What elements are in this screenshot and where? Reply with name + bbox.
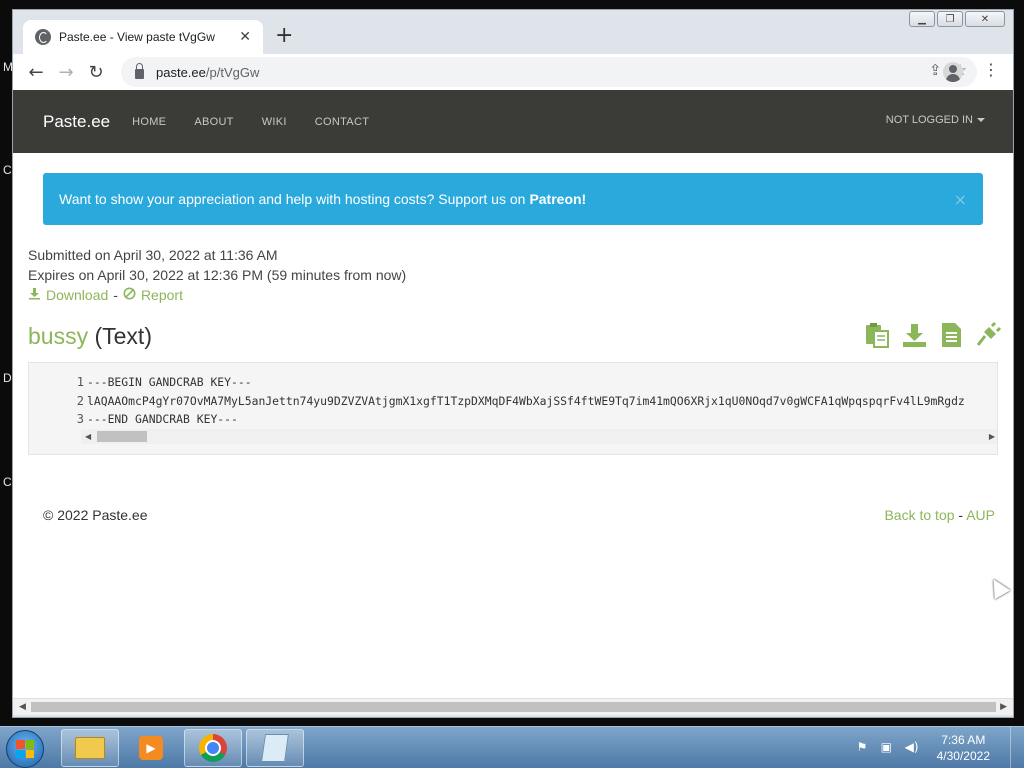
patreon-alert: Want to show your appreciation and help … bbox=[43, 173, 983, 225]
clock-time: 7:36 AM bbox=[941, 733, 986, 747]
alert-close-icon[interactable]: × bbox=[954, 190, 967, 209]
login-dropdown[interactable]: NOT LOGGED IN bbox=[886, 114, 985, 126]
globe-icon bbox=[35, 29, 51, 45]
tab-title: Paste.ee - View paste tVgGw bbox=[59, 30, 215, 44]
desktop-icon-label: D bbox=[3, 371, 12, 385]
address-bar[interactable]: paste.ee/p/tVgGw ⇪ ☆ bbox=[121, 57, 977, 87]
code-block: 1 2 3 ---BEGIN GANDCRAB KEY--- lAQAAOmcP… bbox=[28, 362, 998, 455]
aup-link[interactable]: AUP bbox=[966, 507, 995, 523]
expires-text: Expires on April 30, 2022 at 12:36 PM (5… bbox=[28, 267, 407, 283]
media-player-icon: ▶ bbox=[139, 736, 163, 760]
code-line: ---BEGIN GANDCRAB KEY--- bbox=[87, 375, 252, 389]
line-number: 1 bbox=[76, 375, 84, 389]
copyright: © 2022 Paste.ee bbox=[43, 507, 148, 523]
desktop-icon-label: C bbox=[3, 163, 12, 177]
volume-icon[interactable]: ◀) bbox=[905, 740, 921, 756]
paste-meta: Submitted on April 30, 2022 at 11:36 AM … bbox=[28, 245, 406, 305]
download-link[interactable]: Download bbox=[28, 285, 108, 305]
reload-button[interactable]: ↻ bbox=[81, 57, 111, 87]
clipboard-icon[interactable] bbox=[865, 322, 890, 348]
submitted-text: Submitted on April 30, 2022 at 11:36 AM bbox=[28, 247, 278, 263]
line-number: 2 bbox=[76, 393, 84, 408]
taskbar: ▶ ⚑ ▣ ◀) 7:36 AM 4/30/2022 bbox=[0, 726, 1024, 768]
paste-title: bussy (Text) bbox=[28, 323, 152, 350]
new-tab-button[interactable]: + bbox=[275, 25, 293, 47]
chrome-icon bbox=[199, 734, 227, 762]
taskbar-notepad[interactable] bbox=[246, 729, 304, 767]
footer-links: Back to top - AUP bbox=[884, 507, 995, 523]
scroll-right-icon[interactable]: ▶ bbox=[989, 432, 995, 441]
close-tab-icon[interactable]: ✕ bbox=[239, 29, 251, 45]
paste-name: bussy bbox=[28, 323, 89, 349]
scroll-thumb[interactable] bbox=[31, 702, 996, 712]
code-horizontal-scrollbar[interactable]: ◀ ▶ bbox=[81, 429, 997, 444]
page-viewport: Paste.ee HOME ABOUT WIKI CONTACT NOT LOG… bbox=[13, 90, 1013, 698]
site-navbar: Paste.ee HOME ABOUT WIKI CONTACT NOT LOG… bbox=[13, 90, 1013, 153]
footer-separator: - bbox=[958, 507, 964, 523]
nav-home[interactable]: HOME bbox=[132, 116, 166, 128]
paste-actions bbox=[865, 322, 1001, 348]
network-icon[interactable]: ▣ bbox=[881, 740, 897, 756]
scroll-thumb[interactable] bbox=[97, 431, 147, 442]
site-brand[interactable]: Paste.ee bbox=[43, 112, 110, 132]
nav-wiki[interactable]: WIKI bbox=[262, 116, 287, 128]
folder-icon bbox=[75, 737, 105, 759]
download-icon bbox=[29, 288, 40, 300]
line-number: 3 bbox=[76, 412, 84, 426]
code-line: lAQAAOmcP4gYr07OvMA7MyL5anJettn74yu9DZVZ… bbox=[87, 393, 965, 408]
download-icon[interactable] bbox=[902, 322, 927, 348]
document-icon[interactable] bbox=[939, 322, 964, 348]
alert-text: Want to show your appreciation and help … bbox=[59, 191, 526, 207]
taskbar-explorer[interactable] bbox=[61, 729, 119, 767]
scroll-left-icon[interactable]: ◀ bbox=[85, 432, 91, 441]
clock[interactable]: 7:36 AM 4/30/2022 bbox=[937, 732, 990, 764]
code-content: ---BEGIN GANDCRAB KEY--- lAQAAOmcP4gYr07… bbox=[87, 373, 965, 429]
taskbar-media-player[interactable]: ▶ bbox=[122, 729, 180, 767]
nav-contact[interactable]: CONTACT bbox=[315, 116, 369, 128]
patreon-link[interactable]: Patreon! bbox=[529, 191, 586, 207]
browser-tab[interactable]: Paste.ee - View paste tVgGw ✕ bbox=[23, 20, 263, 54]
system-tray: ⚑ ▣ ◀) 7:36 AM 4/30/2022 bbox=[857, 727, 1024, 768]
back-to-top-link[interactable]: Back to top bbox=[884, 507, 954, 523]
profile-icon[interactable] bbox=[943, 62, 963, 82]
share-icon[interactable]: ⇪ bbox=[929, 61, 942, 79]
clock-date: 4/30/2022 bbox=[936, 749, 990, 763]
windows-logo-icon bbox=[16, 740, 34, 758]
scroll-left-icon[interactable]: ◀ bbox=[19, 702, 26, 712]
separator: - bbox=[113, 287, 118, 303]
taskbar-chrome[interactable] bbox=[184, 729, 242, 767]
notepad-icon bbox=[261, 734, 289, 762]
back-button[interactable]: ← bbox=[21, 57, 51, 87]
plug-icon[interactable] bbox=[976, 322, 1001, 348]
paste-type: (Text) bbox=[94, 323, 152, 349]
kebab-menu-icon[interactable]: ⋮ bbox=[983, 60, 999, 79]
show-desktop-button[interactable] bbox=[1010, 727, 1024, 768]
start-button[interactable] bbox=[6, 730, 44, 768]
scroll-right-icon[interactable]: ▶ bbox=[1000, 702, 1007, 712]
tab-strip: Paste.ee - View paste tVgGw ✕ + bbox=[13, 10, 1013, 54]
ban-icon bbox=[123, 287, 136, 300]
action-center-flag-icon[interactable]: ⚑ bbox=[857, 740, 873, 756]
code-line: ---END GANDCRAB KEY--- bbox=[87, 412, 238, 426]
browser-window: ▁ ❐ ✕ Paste.ee - View paste tVgGw ✕ + ← … bbox=[12, 9, 1014, 718]
report-link[interactable]: Report bbox=[123, 285, 183, 305]
browser-toolbar: ← → ↻ paste.ee/p/tVgGw ⇪ ☆ ⋮ bbox=[13, 54, 1013, 90]
caret-down-icon bbox=[977, 118, 985, 123]
forward-button[interactable]: → bbox=[51, 57, 81, 87]
desktop-icon-label: C bbox=[3, 475, 12, 489]
url-text[interactable]: paste.ee/p/tVgGw bbox=[156, 65, 259, 80]
page-horizontal-scrollbar[interactable]: ◀ ▶ bbox=[13, 698, 1013, 715]
line-numbers: 1 2 3 bbox=[29, 373, 84, 429]
nav-about[interactable]: ABOUT bbox=[194, 116, 233, 128]
lock-icon[interactable] bbox=[135, 62, 144, 79]
